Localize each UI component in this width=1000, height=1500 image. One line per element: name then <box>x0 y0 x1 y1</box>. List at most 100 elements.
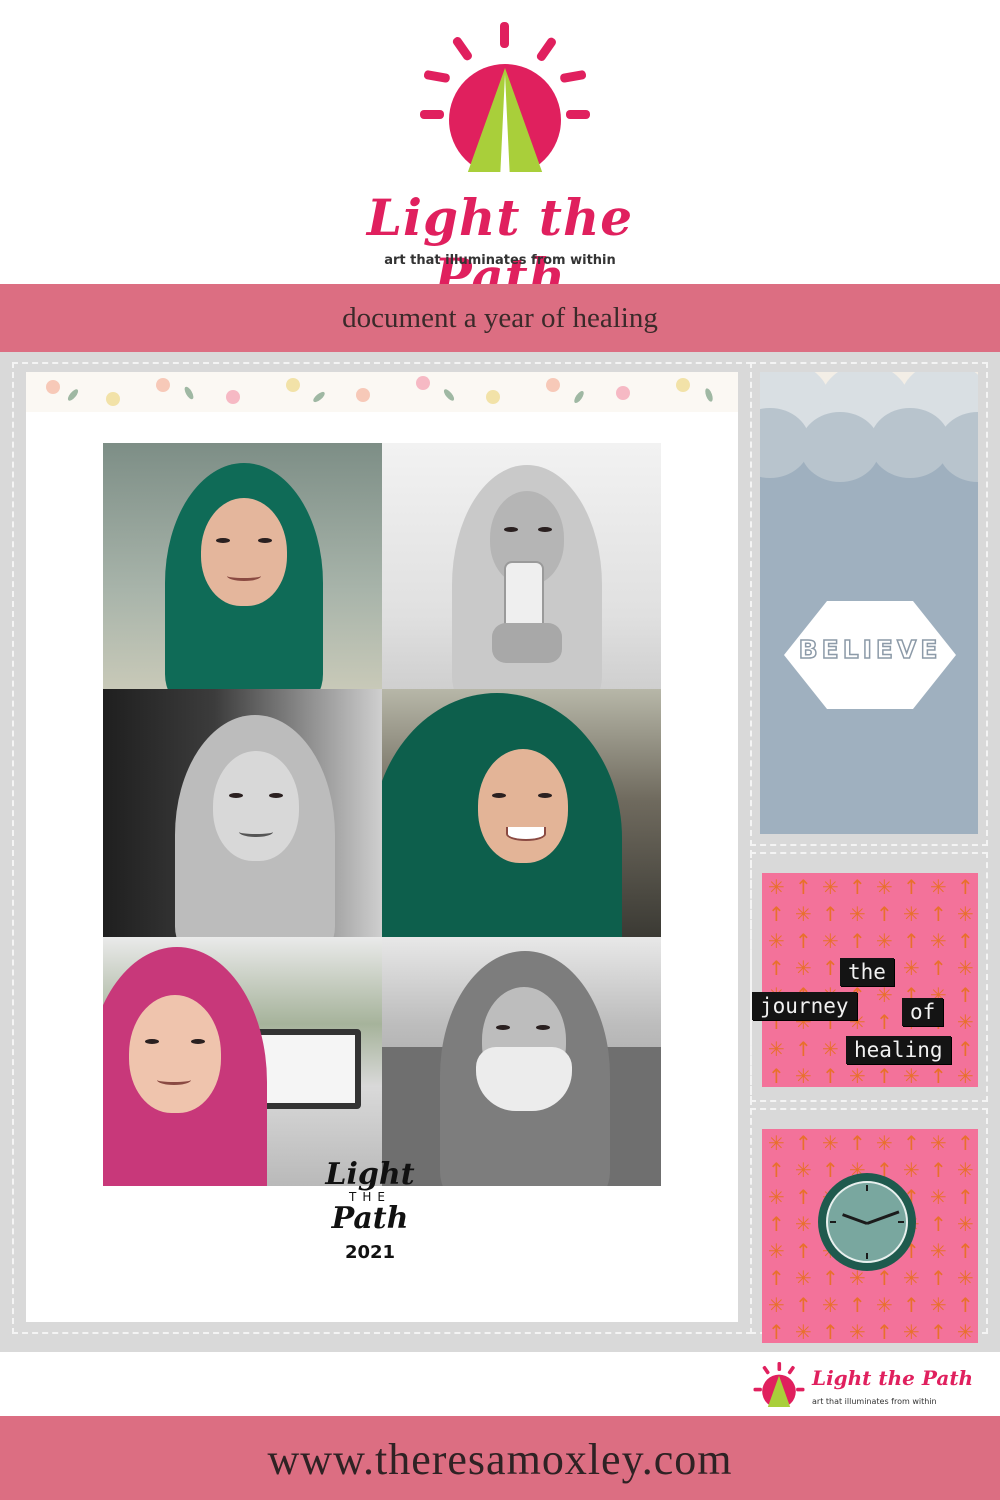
pattern-glyph: ↑ <box>876 1320 893 1343</box>
flower <box>486 390 500 404</box>
pattern-glyph: ✳ <box>768 1293 785 1317</box>
pattern-glyph: ↑ <box>930 902 947 926</box>
flower <box>226 390 240 404</box>
pattern-glyph: ↑ <box>849 1293 866 1317</box>
pattern-glyph: ↑ <box>876 1010 893 1034</box>
pattern-glyph: ✳ <box>768 875 785 899</box>
flower <box>46 380 60 394</box>
pattern-glyph: ↑ <box>795 929 812 953</box>
photo-5 <box>103 937 382 1186</box>
flower <box>616 386 630 400</box>
pattern-glyph: ✳ <box>876 875 893 899</box>
stamp-line-3: Path <box>331 1201 409 1236</box>
pattern-glyph: ✳ <box>849 902 866 926</box>
pattern-glyph: ✳ <box>768 929 785 953</box>
label-the: the <box>840 958 894 986</box>
pattern-glyph: ↑ <box>795 875 812 899</box>
pattern-glyph: ↑ <box>768 1212 785 1236</box>
pattern-glyph: ↑ <box>795 1131 812 1155</box>
pattern-glyph: ↑ <box>903 929 920 953</box>
pattern-glyph: ✳ <box>957 1158 974 1182</box>
pattern-glyph: ↑ <box>768 902 785 926</box>
pattern-glyph: ✳ <box>822 1293 839 1317</box>
pattern-glyph: ✳ <box>930 1293 947 1317</box>
pattern-glyph: ✳ <box>903 1266 920 1290</box>
photo-3 <box>103 689 382 937</box>
pattern-glyph: ↑ <box>903 1131 920 1155</box>
pattern-glyph: ↑ <box>822 1158 839 1182</box>
pattern-glyph: ↑ <box>822 1266 839 1290</box>
pattern-glyph: ✳ <box>903 1064 920 1087</box>
pattern-glyph: ✳ <box>849 1320 866 1343</box>
pattern-glyph: ✳ <box>957 902 974 926</box>
brand-tagline: art that illuminates from within <box>384 253 616 268</box>
pattern-glyph: ↑ <box>768 1266 785 1290</box>
header-logo-area: Light the Path art that illuminates from… <box>0 0 1000 306</box>
stamp-year: 2021 <box>344 1242 396 1263</box>
pattern-glyph: ↑ <box>957 1131 974 1155</box>
pattern-glyph: ✳ <box>957 1266 974 1290</box>
pattern-glyph: ↑ <box>795 1293 812 1317</box>
pattern-glyph: ↑ <box>930 1320 947 1343</box>
pattern-glyph: ✳ <box>930 1239 947 1263</box>
pattern-glyph: ↑ <box>768 1320 785 1343</box>
pattern-glyph: ↑ <box>849 875 866 899</box>
photo-6 <box>382 937 661 1186</box>
clock-tick <box>898 1221 904 1223</box>
clock-icon <box>818 1173 916 1271</box>
label-of: of <box>902 998 944 1026</box>
pattern-glyph: ↑ <box>822 1320 839 1343</box>
pattern-glyph: ✳ <box>876 929 893 953</box>
flower <box>356 388 370 402</box>
pattern-glyph: ✳ <box>795 1064 812 1087</box>
leaf <box>311 390 327 404</box>
pattern-glyph: ↑ <box>957 929 974 953</box>
pattern-glyph: ✳ <box>795 902 812 926</box>
pattern-glyph: ↑ <box>903 1293 920 1317</box>
clock-tick <box>866 1253 868 1259</box>
pattern-glyph: ✳ <box>903 902 920 926</box>
pattern-glyph: ✳ <box>930 929 947 953</box>
pattern-glyph: ✳ <box>768 1037 785 1061</box>
flower <box>106 392 120 406</box>
pattern-glyph: ✳ <box>795 1320 812 1343</box>
clock-tick <box>830 1221 836 1223</box>
leaf <box>66 387 80 403</box>
website-url[interactable]: www.theresamoxley.com <box>0 1434 1000 1485</box>
pattern-glyph: ↑ <box>795 1239 812 1263</box>
pattern-glyph: ↑ <box>876 1064 893 1087</box>
stamp-line-1: Light <box>325 1157 415 1192</box>
light-the-path-2021-stamp: Light THE Path 2021 <box>310 1157 430 1264</box>
pattern-glyph: ✳ <box>876 983 893 1007</box>
pattern-glyph: ↑ <box>768 1064 785 1087</box>
face-mask <box>476 1047 572 1111</box>
flower <box>676 378 690 392</box>
pattern-glyph: ↑ <box>930 956 947 980</box>
label-healing: healing <box>846 1036 951 1064</box>
subtitle-band: document a year of healing <box>0 284 1000 352</box>
pattern-glyph: ✳ <box>849 1064 866 1087</box>
pattern-glyph: ✳ <box>795 1212 812 1236</box>
cloud <box>800 412 880 482</box>
pattern-glyph: ✳ <box>849 1266 866 1290</box>
mini-brand-tagline: art that illuminates from within <box>812 1397 937 1406</box>
pattern-glyph: ✳ <box>822 875 839 899</box>
pattern-glyph: ✳ <box>903 1320 920 1343</box>
pattern-glyph: ↑ <box>957 1239 974 1263</box>
pattern-glyph: ↑ <box>957 875 974 899</box>
pattern-glyph: ↑ <box>957 1185 974 1209</box>
flower <box>546 378 560 392</box>
hands <box>492 623 562 663</box>
pattern-glyph: ↑ <box>957 1293 974 1317</box>
leaf <box>182 385 196 401</box>
pattern-glyph: ↑ <box>930 1212 947 1236</box>
leaf <box>442 387 456 403</box>
flower <box>286 378 300 392</box>
pattern-glyph: ✳ <box>930 875 947 899</box>
mini-brand-title: Light the Path <box>812 1366 974 1390</box>
pattern-glyph: ↑ <box>930 1064 947 1087</box>
pattern-glyph: ✳ <box>957 956 974 980</box>
pattern-glyph: ✳ <box>768 1131 785 1155</box>
pattern-glyph: ✳ <box>957 1212 974 1236</box>
pattern-glyph: ✳ <box>903 956 920 980</box>
